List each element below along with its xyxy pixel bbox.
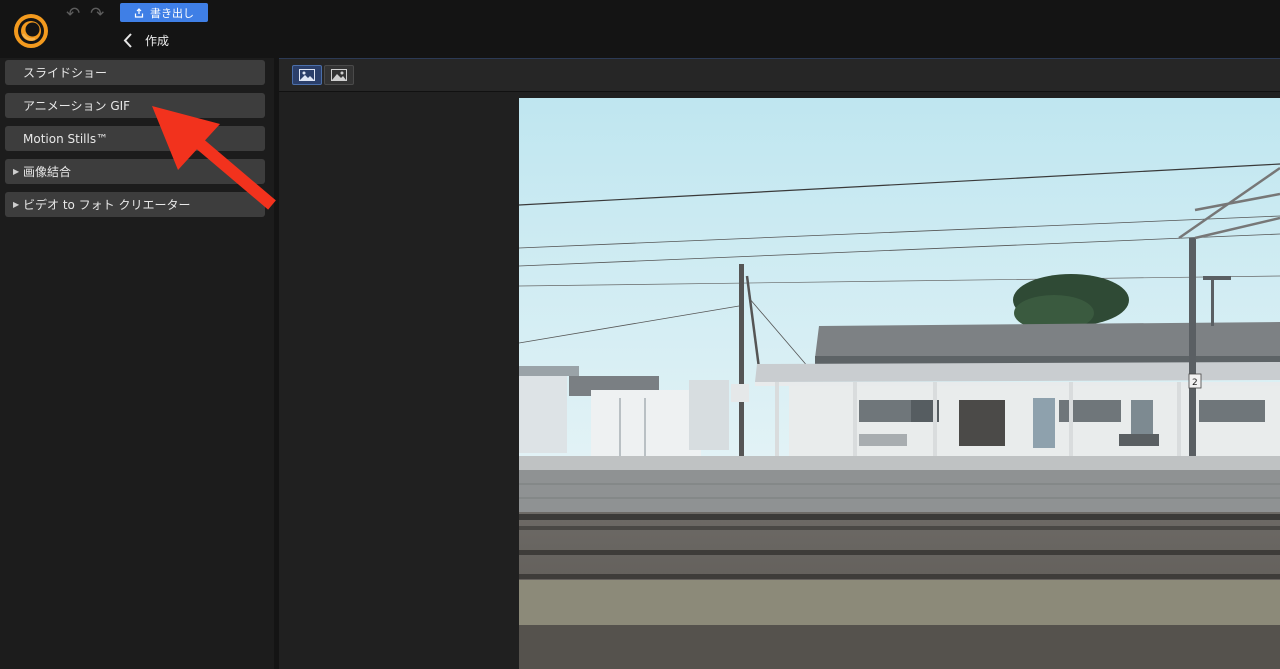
single-view-button[interactable]: [292, 65, 322, 85]
top-bar: ↶ ↷ 書き出し 作成: [0, 0, 1280, 58]
upload-icon: [134, 7, 144, 18]
sidebar-item-label: 画像結合: [23, 165, 72, 179]
sidebar-item-label: Motion Stills™: [23, 131, 109, 146]
sidebar-item-animated-gif[interactable]: アニメーション GIF: [5, 93, 265, 118]
track-number-sign: 2: [1192, 378, 1198, 388]
sidebar-item-image-merge[interactable]: ▶ 画像結合: [5, 159, 265, 184]
sidebar-item-label: アニメーション GIF: [23, 99, 131, 113]
sidebar: スライドショー アニメーション GIF Motion Stills™ ▶ 画像結…: [0, 58, 274, 669]
undo-icon[interactable]: ↶: [66, 4, 80, 24]
export-button[interactable]: 書き出し: [120, 3, 208, 22]
image-icon: [331, 69, 347, 81]
page-title: 作成: [145, 33, 170, 48]
single-image-icon: [299, 69, 315, 81]
back-navigation[interactable]: 作成: [122, 30, 169, 50]
expand-triangle-icon[interactable]: ▶: [13, 167, 23, 176]
sidebar-item-slideshow[interactable]: スライドショー: [5, 60, 265, 85]
sidebar-item-motion-stills[interactable]: Motion Stills™: [5, 126, 265, 151]
preview-image: 2: [519, 98, 1280, 669]
export-label: 書き出し: [150, 6, 194, 20]
sidebar-item-label: ビデオ to フォト クリエーター: [23, 198, 191, 212]
preview-toolbar: [279, 59, 1280, 92]
sidebar-item-label: スライドショー: [23, 66, 108, 80]
sidebar-item-video-to-photo[interactable]: ▶ ビデオ to フォト クリエーター: [5, 192, 265, 217]
back-chevron-icon[interactable]: [122, 32, 134, 49]
compare-view-button[interactable]: [324, 65, 354, 85]
app-logo-icon: [13, 13, 49, 49]
expand-triangle-icon[interactable]: ▶: [13, 200, 23, 209]
redo-icon[interactable]: ↷: [90, 4, 104, 24]
